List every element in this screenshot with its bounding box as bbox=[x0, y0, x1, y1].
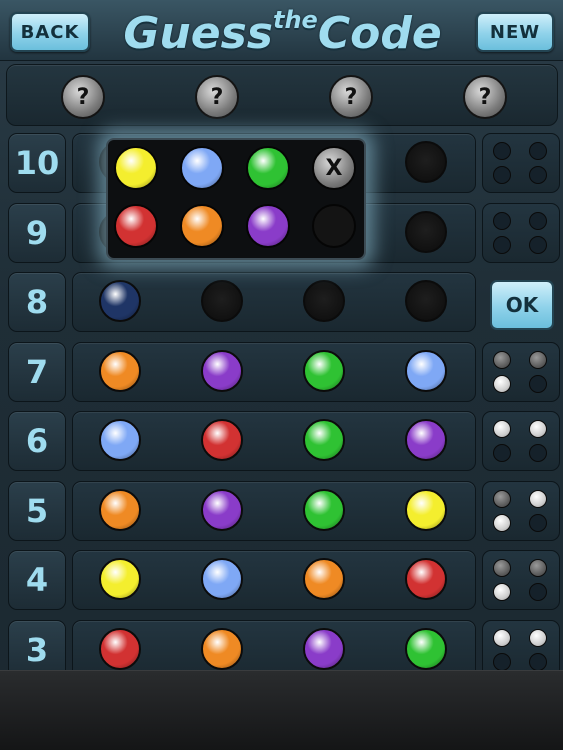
game-screen: BACK Guess the Code NEW ? ? ? ? 10 9 8 7 6 5 4… bbox=[0, 0, 563, 750]
title-guess: Guess bbox=[123, 8, 273, 59]
feedback-pin bbox=[529, 420, 547, 438]
secret-code-row: ? ? ? ? bbox=[6, 64, 558, 126]
guess-peg-slot[interactable] bbox=[99, 558, 141, 600]
guess-peg-slot[interactable] bbox=[201, 350, 243, 392]
guess-row[interactable] bbox=[72, 272, 476, 332]
row-number: 10 bbox=[8, 133, 66, 193]
feedback-pin bbox=[493, 142, 511, 160]
feedback-pin bbox=[493, 444, 511, 462]
row-number: 5 bbox=[8, 481, 66, 541]
feedback-pin bbox=[529, 444, 547, 462]
feedback-pin bbox=[493, 490, 511, 508]
feedback-pin bbox=[493, 236, 511, 254]
feedback-pins bbox=[482, 133, 560, 193]
ok-button[interactable]: OK bbox=[490, 280, 554, 330]
feedback-pin bbox=[529, 236, 547, 254]
row-number: 9 bbox=[8, 203, 66, 263]
guess-peg-slot[interactable] bbox=[201, 628, 243, 670]
color-option-red[interactable] bbox=[114, 204, 158, 248]
guess-peg-slot[interactable] bbox=[303, 419, 345, 461]
feedback-pin bbox=[529, 351, 547, 369]
guess-peg-slot[interactable] bbox=[201, 489, 243, 531]
hidden-peg-4: ? bbox=[463, 75, 507, 119]
feedback-pins bbox=[482, 411, 560, 471]
guess-peg-slot[interactable] bbox=[303, 280, 345, 322]
feedback-pin bbox=[529, 212, 547, 230]
guess-peg-slot[interactable] bbox=[405, 211, 447, 253]
empty-option-slot bbox=[312, 204, 356, 248]
row-number: 7 bbox=[8, 342, 66, 402]
guess-peg-slot[interactable] bbox=[405, 628, 447, 670]
feedback-pin bbox=[493, 212, 511, 230]
guess-peg-slot[interactable] bbox=[201, 558, 243, 600]
row-number: 4 bbox=[8, 550, 66, 610]
guess-row[interactable] bbox=[72, 550, 476, 610]
feedback-pin bbox=[529, 629, 547, 647]
guess-row[interactable] bbox=[72, 411, 476, 471]
guess-peg-slot[interactable] bbox=[99, 419, 141, 461]
feedback-pin bbox=[493, 166, 511, 184]
game-title: Guess the Code bbox=[123, 2, 441, 58]
feedback-pin bbox=[493, 514, 511, 532]
color-option-blue[interactable] bbox=[180, 146, 224, 190]
guess-peg-slot[interactable] bbox=[99, 350, 141, 392]
color-option-orange[interactable] bbox=[180, 204, 224, 248]
feedback-pin bbox=[529, 375, 547, 393]
guess-row[interactable] bbox=[72, 342, 476, 402]
guess-peg-slot[interactable] bbox=[405, 350, 447, 392]
feedback-pin bbox=[493, 375, 511, 393]
guess-peg-slot[interactable] bbox=[99, 489, 141, 531]
guess-peg-slot[interactable] bbox=[303, 489, 345, 531]
feedback-pin bbox=[493, 653, 511, 671]
feedback-pin bbox=[493, 559, 511, 577]
back-button[interactable]: BACK bbox=[10, 12, 90, 52]
feedback-pin bbox=[493, 629, 511, 647]
hidden-peg-2: ? bbox=[195, 75, 239, 119]
color-option-yellow[interactable] bbox=[114, 146, 158, 190]
feedback-pins bbox=[482, 481, 560, 541]
feedback-pin bbox=[529, 142, 547, 160]
feedback-pin bbox=[529, 166, 547, 184]
feedback-pins bbox=[482, 550, 560, 610]
hidden-peg-3: ? bbox=[329, 75, 373, 119]
title-the: the bbox=[272, 6, 318, 34]
guess-peg-slot[interactable] bbox=[405, 280, 447, 322]
feedback-pin bbox=[529, 514, 547, 532]
guess-peg-slot[interactable] bbox=[303, 350, 345, 392]
guess-peg-slot[interactable] bbox=[405, 558, 447, 600]
title-code: Code bbox=[317, 8, 442, 59]
color-option-purple[interactable] bbox=[246, 204, 290, 248]
feedback-pin bbox=[529, 490, 547, 508]
feedback-pin bbox=[493, 420, 511, 438]
color-option-green[interactable] bbox=[246, 146, 290, 190]
guess-peg-slot[interactable] bbox=[303, 558, 345, 600]
bottom-bar bbox=[0, 670, 563, 750]
row-number: 8 bbox=[8, 272, 66, 332]
guess-peg-slot[interactable] bbox=[201, 280, 243, 322]
guess-peg-slot[interactable] bbox=[405, 489, 447, 531]
feedback-pin bbox=[493, 351, 511, 369]
feedback-pin bbox=[529, 559, 547, 577]
clear-peg-button[interactable]: X bbox=[312, 146, 356, 190]
guess-peg-slot[interactable] bbox=[405, 419, 447, 461]
feedback-pin bbox=[493, 583, 511, 601]
guess-row[interactable] bbox=[72, 481, 476, 541]
hidden-peg-1: ? bbox=[61, 75, 105, 119]
feedback-pins bbox=[482, 342, 560, 402]
feedback-pins bbox=[482, 203, 560, 263]
header: BACK Guess the Code NEW bbox=[0, 0, 563, 61]
guess-peg-slot[interactable] bbox=[99, 628, 141, 670]
guess-peg-slot[interactable] bbox=[201, 419, 243, 461]
guess-peg-slot[interactable] bbox=[303, 628, 345, 670]
feedback-pin bbox=[529, 583, 547, 601]
guess-peg-slot[interactable] bbox=[99, 280, 141, 322]
feedback-pin bbox=[529, 653, 547, 671]
guess-peg-slot[interactable] bbox=[405, 141, 447, 183]
row-number: 6 bbox=[8, 411, 66, 471]
color-picker-popup: X bbox=[106, 138, 366, 260]
new-game-button[interactable]: NEW bbox=[476, 12, 554, 52]
